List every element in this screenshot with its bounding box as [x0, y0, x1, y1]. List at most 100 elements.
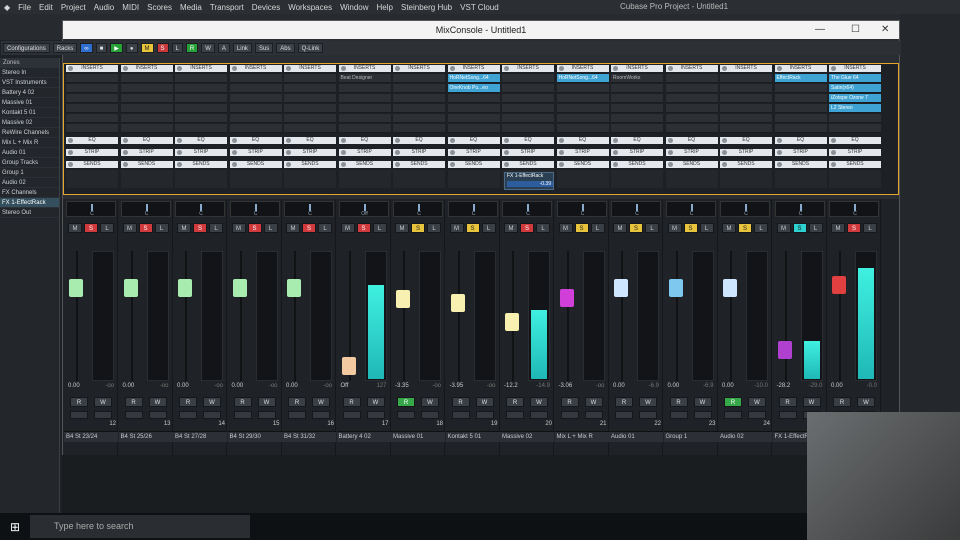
- fader-cap[interactable]: [668, 279, 683, 297]
- fader-cap[interactable]: [614, 279, 628, 297]
- write-automation-button[interactable]: W: [312, 397, 330, 407]
- power-icon[interactable]: [776, 150, 782, 155]
- read-automation-button[interactable]: R: [615, 397, 633, 407]
- peak-value[interactable]: -oo: [160, 383, 169, 392]
- power-icon[interactable]: [68, 150, 73, 155]
- pan-knob[interactable]: C: [175, 201, 225, 217]
- power-icon[interactable]: [667, 66, 673, 71]
- listen-button[interactable]: L: [154, 223, 169, 233]
- volume-fader[interactable]: [831, 251, 849, 381]
- monitor-button[interactable]: [124, 411, 143, 419]
- power-icon[interactable]: [558, 162, 564, 167]
- listen-button[interactable]: L: [754, 223, 768, 233]
- insert-slot[interactable]: [229, 104, 282, 113]
- power-icon[interactable]: [340, 138, 346, 143]
- sends-header[interactable]: SENDS: [665, 161, 718, 168]
- insert-slot[interactable]: Satin(x64): [829, 84, 881, 93]
- insert-slot[interactable]: [66, 114, 118, 123]
- insert-slot[interactable]: [665, 124, 718, 133]
- insert-slot[interactable]: [284, 74, 336, 83]
- power-icon[interactable]: [231, 66, 237, 71]
- mute-button[interactable]: M: [231, 223, 246, 233]
- monitor-button[interactable]: [233, 411, 252, 419]
- menu-item-workspaces[interactable]: Workspaces: [284, 3, 336, 12]
- send-fx-slot[interactable]: FX 1-EffectRack -0.39: [504, 172, 554, 190]
- power-icon[interactable]: [776, 138, 782, 143]
- power-icon[interactable]: [558, 150, 564, 155]
- insert-slot[interactable]: [338, 124, 391, 133]
- eq-header[interactable]: EQ: [611, 137, 663, 144]
- solo-button[interactable]: S: [792, 223, 807, 233]
- insert-slot[interactable]: [447, 124, 500, 133]
- send-slot[interactable]: FX 1-EffectRack -0.39: [502, 170, 554, 190]
- monitor-button[interactable]: [778, 411, 797, 419]
- peak-value[interactable]: -oo: [269, 383, 278, 392]
- power-icon[interactable]: [122, 138, 128, 143]
- volume-value[interactable]: 0.00: [232, 383, 244, 392]
- power-icon[interactable]: [449, 162, 455, 167]
- mute-button[interactable]: M: [449, 223, 464, 233]
- pan-knob[interactable]: C: [556, 201, 607, 217]
- monitor-button[interactable]: [669, 411, 688, 419]
- channel-name[interactable]: Audio 02: [718, 431, 772, 442]
- write-automation-button[interactable]: W: [475, 397, 494, 407]
- solo-button[interactable]: S: [629, 223, 643, 233]
- read-automation-button[interactable]: R: [124, 397, 143, 407]
- monitor-button[interactable]: [70, 411, 88, 419]
- zone-item[interactable]: VST Instruments: [0, 78, 59, 88]
- strip-header[interactable]: STRIP: [284, 149, 336, 156]
- insert-slot[interactable]: [120, 94, 173, 103]
- volume-value[interactable]: 0.00: [177, 383, 189, 392]
- power-icon[interactable]: [68, 66, 73, 71]
- insert-slot[interactable]: [720, 74, 772, 83]
- record-enable-button[interactable]: [421, 411, 439, 419]
- send-slot[interactable]: [774, 170, 827, 188]
- a-button[interactable]: A: [217, 43, 230, 53]
- power-icon[interactable]: [449, 150, 455, 155]
- insert-slot[interactable]: [556, 124, 609, 133]
- inserts-header[interactable]: INSERTS: [556, 65, 609, 72]
- channel-name[interactable]: B4 St 25/26: [118, 431, 173, 442]
- insert-slot[interactable]: [665, 84, 718, 93]
- insert-slot[interactable]: [502, 84, 554, 93]
- volume-value[interactable]: 0.00: [668, 383, 680, 392]
- sends-header[interactable]: SENDS: [720, 161, 772, 168]
- insert-slot[interactable]: [229, 124, 282, 133]
- volume-fader[interactable]: [177, 251, 195, 381]
- sends-header[interactable]: SENDS: [556, 161, 609, 168]
- pan-knob[interactable]: C: [447, 201, 498, 217]
- record-enable-button[interactable]: [203, 411, 221, 419]
- volume-value[interactable]: -3.95: [450, 383, 464, 392]
- solo-global-button[interactable]: S: [156, 43, 169, 53]
- insert-slot[interactable]: [502, 114, 554, 123]
- read-automation-button[interactable]: R: [288, 397, 306, 407]
- read-automation-button[interactable]: R: [451, 397, 470, 407]
- insert-slot[interactable]: [229, 114, 282, 123]
- channel-name[interactable]: B4 St 29/30: [227, 431, 282, 442]
- volume-fader[interactable]: [722, 251, 740, 381]
- pan-knob[interactable]: C: [284, 201, 334, 217]
- solo-button[interactable]: S: [465, 223, 480, 233]
- insert-slot[interactable]: [611, 104, 663, 113]
- insert-slot[interactable]: HoRNetSong...64: [447, 74, 500, 83]
- inserts-header[interactable]: INSERTS: [66, 65, 118, 72]
- insert-slot[interactable]: [284, 124, 336, 133]
- send-slot[interactable]: [229, 170, 282, 188]
- volume-value[interactable]: 0.00: [123, 383, 135, 392]
- insert-slot[interactable]: [393, 84, 445, 93]
- menu-item-scores[interactable]: Scores: [143, 3, 176, 12]
- monitor-button[interactable]: [506, 411, 524, 419]
- solo-button[interactable]: S: [683, 223, 698, 233]
- mute-button[interactable]: M: [286, 223, 300, 233]
- volume-fader[interactable]: [777, 251, 795, 381]
- insert-slot[interactable]: [665, 74, 718, 83]
- insert-slot[interactable]: [720, 124, 772, 133]
- windows-start-icon[interactable]: ⊞: [0, 520, 20, 534]
- send-slot[interactable]: [556, 170, 609, 188]
- record-enable-button[interactable]: [475, 411, 494, 419]
- zone-item[interactable]: Group 1: [0, 168, 59, 178]
- monitor-button[interactable]: [724, 411, 742, 419]
- listen-button[interactable]: L: [100, 223, 114, 233]
- insert-slot[interactable]: [556, 104, 609, 113]
- insert-slot[interactable]: [66, 84, 118, 93]
